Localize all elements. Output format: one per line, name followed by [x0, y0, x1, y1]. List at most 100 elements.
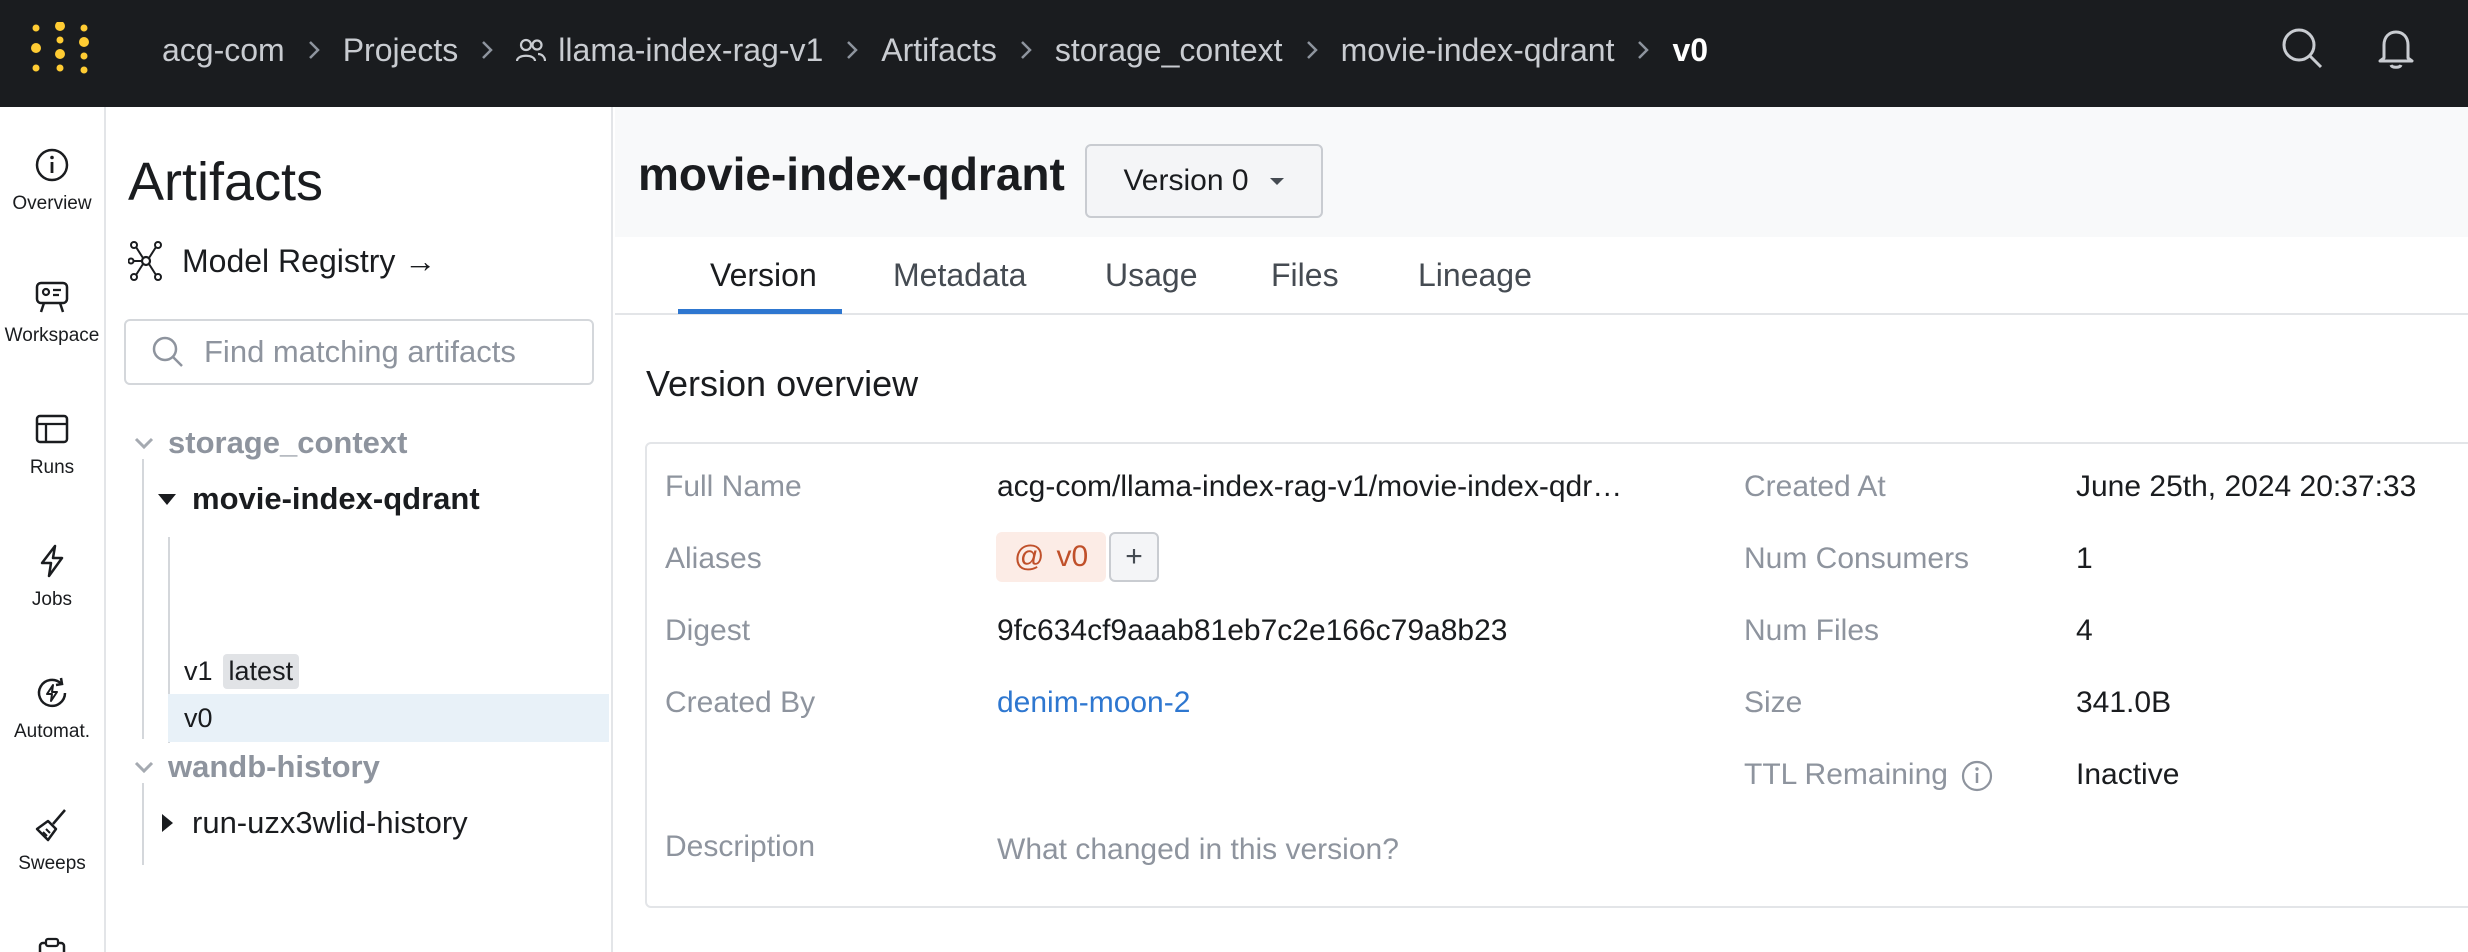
- aliases-label: Aliases: [665, 542, 762, 575]
- breadcrumb-org[interactable]: acg-com: [162, 32, 285, 69]
- info-icon[interactable]: [1960, 759, 1994, 793]
- ttl-value: Inactive: [2076, 758, 2180, 791]
- nav-item-workspace[interactable]: Workspace: [0, 279, 104, 347]
- breadcrumb-artifacts[interactable]: Artifacts: [881, 32, 997, 69]
- latest-badge: latest: [222, 653, 300, 689]
- broom-icon: [35, 809, 66, 842]
- digest-value: 9fc634cf9aaab81eb7c2e166c79a8b23: [997, 614, 1508, 647]
- tab-metadata[interactable]: Metadata: [893, 257, 1026, 294]
- wandb-logo-icon[interactable]: [30, 22, 90, 74]
- chevron-right-icon: [845, 39, 859, 61]
- model-registry-label: Model Registry →: [182, 242, 437, 279]
- ttl-label-wrap: TTL Remaining: [1744, 758, 1994, 793]
- breadcrumb: acg-com Projects llama-index-rag-v1 Arti…: [162, 0, 1708, 100]
- created-at-value: June 25th, 2024 20:37:33: [2076, 470, 2417, 503]
- section-title: Version overview: [646, 363, 919, 404]
- alias-value: v0: [1056, 540, 1089, 573]
- add-alias-button[interactable]: +: [1109, 532, 1159, 582]
- tree-group-wandb-history[interactable]: wandb-history: [132, 749, 380, 785]
- version-label: v1: [184, 655, 213, 686]
- created-by-label: Created By: [665, 686, 816, 719]
- nav-item-runs[interactable]: Runs: [0, 411, 104, 479]
- nav-item-label: Overview: [12, 193, 92, 214]
- nav-item-label: Automat.: [13, 721, 91, 742]
- tree-guide: [142, 459, 144, 739]
- at-icon: @: [1014, 540, 1045, 573]
- top-bar: acg-com Projects llama-index-rag-v1 Arti…: [0, 0, 2468, 107]
- nav-item-label: Runs: [29, 457, 75, 478]
- nav-item-label: Sweeps: [18, 853, 86, 874]
- breadcrumb-type[interactable]: storage_context: [1055, 32, 1283, 69]
- breadcrumb-artifact[interactable]: movie-index-qdrant: [1341, 32, 1615, 69]
- sidebar-title: Artifacts: [128, 152, 324, 212]
- nav-item-overview[interactable]: Overview: [0, 147, 104, 215]
- chevron-down-icon: [134, 761, 154, 774]
- tree-version-v0[interactable]: v0: [168, 694, 609, 742]
- size-label: Size: [1744, 686, 1803, 719]
- runs-icon: [35, 414, 69, 444]
- description-field[interactable]: What changed in this version?: [997, 833, 1399, 867]
- breadcrumb-project[interactable]: llama-index-rag-v1: [558, 32, 823, 69]
- digest-label: Digest: [665, 614, 751, 647]
- chevron-right-icon: [1019, 39, 1033, 61]
- active-tab-indicator: [678, 309, 842, 314]
- artifact-search-box[interactable]: [124, 319, 594, 385]
- full-name-label: Full Name: [665, 470, 802, 503]
- chevron-right-icon: [1305, 39, 1319, 61]
- tab-version[interactable]: Version: [710, 257, 817, 294]
- version-dropdown[interactable]: Version 0: [1085, 144, 1323, 218]
- version-label: v0: [184, 702, 213, 733]
- num-consumers-value: 1: [2076, 542, 2093, 575]
- alias-chip[interactable]: @ v0: [996, 532, 1107, 582]
- chevron-down-icon: [134, 437, 154, 450]
- nav-item-automations[interactable]: Automat.: [0, 675, 104, 743]
- team-icon: [516, 37, 547, 63]
- tree-guide: [142, 783, 144, 865]
- nav-item-jobs[interactable]: Jobs: [0, 543, 104, 611]
- nav-item-label: Jobs: [31, 589, 73, 610]
- caret-down-icon: [158, 494, 176, 505]
- full-name-value[interactable]: acg-com/llama-index-rag-v1/movie-index-q…: [997, 470, 1622, 504]
- tree-group-label: storage_context: [168, 425, 408, 460]
- artifacts-sidebar: Artifacts Model Registry → storage_conte…: [106, 107, 613, 952]
- created-by-link[interactable]: denim-moon-2: [997, 686, 1190, 720]
- tab-files[interactable]: Files: [1271, 257, 1339, 294]
- tab-lineage[interactable]: Lineage: [1418, 257, 1532, 294]
- breadcrumb-projects[interactable]: Projects: [343, 32, 459, 69]
- tree-version-v1[interactable]: v1 latest: [168, 647, 609, 695]
- bell-icon[interactable]: [2372, 24, 2420, 72]
- tree-artifact-movie-index-qdrant[interactable]: movie-index-qdrant: [156, 481, 480, 517]
- num-files-value: 4: [2076, 614, 2093, 647]
- nav-rail: Overview Workspace Runs Jobs Automat. Sw…: [0, 107, 106, 952]
- tree-artifact-label: movie-index-qdrant: [192, 481, 480, 516]
- artifact-title: movie-index-qdrant: [638, 148, 1065, 200]
- nav-item-label: Workspace: [4, 325, 100, 346]
- size-value: 341.0B: [2076, 686, 2172, 719]
- tree-artifact-label: run-uzx3wlid-history: [192, 805, 468, 840]
- nav-item-sweeps[interactable]: Sweeps: [0, 807, 104, 875]
- tab-usage[interactable]: Usage: [1105, 257, 1198, 294]
- num-consumers-label: Num Consumers: [1744, 542, 1970, 575]
- model-registry-link[interactable]: Model Registry →: [128, 240, 436, 282]
- search-icon[interactable]: [2278, 24, 2326, 72]
- version-dropdown-value: Version 0: [1123, 164, 1249, 197]
- breadcrumb-version: v0: [1672, 31, 1709, 68]
- artifact-tabs: Version Metadata Usage Files Lineage: [615, 237, 2468, 315]
- chevron-right-icon: [307, 39, 321, 61]
- registry-icon: [128, 241, 162, 281]
- version-overview-card: Full Name acg-com/llama-index-rag-v1/mov…: [645, 442, 2468, 908]
- description-label: Description: [665, 830, 816, 863]
- search-icon: [152, 336, 183, 367]
- artifact-search-input[interactable]: [204, 334, 584, 370]
- tree-group-label: wandb-history: [168, 749, 380, 784]
- bolt-icon: [40, 544, 64, 578]
- nav-item-more[interactable]: [0, 937, 104, 952]
- num-files-label: Num Files: [1744, 614, 1880, 647]
- tree-group-storage-context[interactable]: storage_context: [132, 425, 407, 461]
- chevron-right-icon: [1636, 39, 1650, 61]
- tree-artifact-run-history[interactable]: run-uzx3wlid-history: [156, 805, 468, 841]
- created-at-label: Created At: [1744, 470, 1886, 503]
- workspace-icon: [35, 281, 69, 313]
- chevron-right-icon: [480, 39, 494, 61]
- clipboard-icon: [38, 937, 66, 952]
